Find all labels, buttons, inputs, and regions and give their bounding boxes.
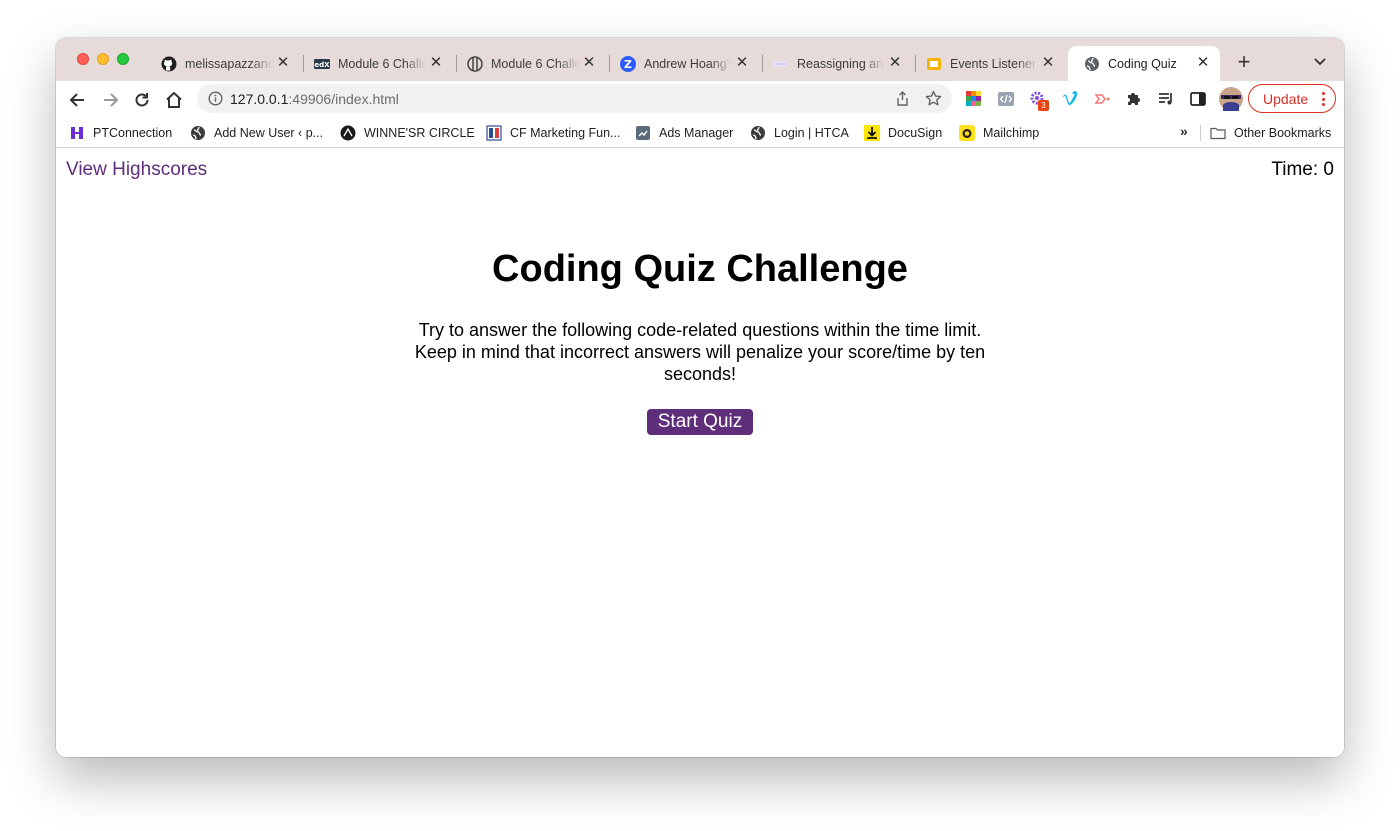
bookmark-label: Ads Manager <box>659 126 734 140</box>
forward-icon[interactable] <box>100 90 120 110</box>
bookmark-label: PTConnection <box>93 126 173 140</box>
tab-title: Events Listener <box>950 56 1037 71</box>
vimeo-icon[interactable] <box>1061 90 1079 108</box>
tab-title: Reassigning and <box>797 56 885 71</box>
start-quiz-button[interactable]: Start Quiz <box>647 409 753 435</box>
tab-reassigning[interactable]: Reassigning and ✕ <box>757 46 912 81</box>
view-highscores-link[interactable]: View Highscores <box>66 159 207 181</box>
bookmark-label: DocuSign <box>888 126 943 140</box>
bookmark-label: Mailchimp <box>983 126 1040 140</box>
site-info-icon[interactable] <box>208 91 223 106</box>
puzzle-icon[interactable] <box>1125 90 1143 108</box>
gear-extension-icon[interactable]: 3 <box>1029 90 1049 111</box>
globe-icon <box>750 125 766 141</box>
bookmark-cf-marketing[interactable]: CF Marketing Fun... <box>486 124 620 142</box>
globe-icon <box>190 125 206 141</box>
bookmark-login-htca[interactable]: Login | HTCA <box>750 124 849 142</box>
mailchimp-icon <box>959 125 975 141</box>
maximize-window-button[interactable] <box>117 53 129 65</box>
share-icon[interactable] <box>895 91 910 106</box>
tab-title: Module 6 Challenge <box>338 56 426 71</box>
tab-module-6-a[interactable]: edX Module 6 Challenge ✕ <box>298 46 453 81</box>
github-icon <box>161 56 177 72</box>
bookmark-add-new-user[interactable]: Add New User ‹ p... <box>190 124 323 142</box>
bookmark-winners-circle[interactable]: WINNE'SR CIRCLE <box>340 124 475 142</box>
tab-title: melissapazzanese <box>185 56 273 71</box>
close-tab-icon[interactable]: ✕ <box>581 55 597 71</box>
reload-icon[interactable] <box>132 90 152 110</box>
bookmark-star-icon[interactable] <box>925 90 942 107</box>
code-extension-icon[interactable] <box>997 90 1015 108</box>
browser-toolbar: 127.0.0.1:49906/index.html 3 Update <box>56 81 1344 118</box>
quiz-description: Try to answer the following code-related… <box>414 320 986 384</box>
folder-icon <box>1210 125 1226 141</box>
bookmarks-divider <box>1200 125 1201 141</box>
tab-github[interactable]: melissapazzanese ✕ <box>145 46 300 81</box>
close-tab-icon[interactable]: ✕ <box>1195 55 1211 71</box>
bookmark-label: CF Marketing Fun... <box>510 126 621 140</box>
address-url: 127.0.0.1:49906/index.html <box>230 91 399 107</box>
close-tab-icon[interactable]: ✕ <box>428 55 444 71</box>
close-tab-icon[interactable]: ✕ <box>275 55 291 71</box>
minimize-window-button[interactable] <box>97 53 109 65</box>
side-panel-icon[interactable] <box>1189 90 1207 108</box>
update-label: Update <box>1263 90 1309 107</box>
ptconnection-icon <box>69 125 85 141</box>
extension-badge: 3 <box>1038 100 1049 111</box>
other-bookmarks[interactable]: Other Bookmarks <box>1210 124 1331 142</box>
globe-icon <box>1084 56 1100 72</box>
timer-display: Time: 0 <box>1271 159 1334 180</box>
ads-manager-icon <box>635 125 651 141</box>
tab-search-icon[interactable] <box>1312 53 1328 69</box>
colorzilla-extension-icon[interactable] <box>965 90 983 108</box>
bookmark-label: WINNE'SR CIRCLE <box>364 126 475 140</box>
tab-strip: melissapazzanese ✕ edX Module 6 Challeng… <box>56 38 1344 81</box>
circle-logo-icon <box>340 125 356 141</box>
bookmark-label: Add New User ‹ p... <box>214 126 324 140</box>
back-icon[interactable] <box>68 90 88 110</box>
url-host: 127.0.0.1 <box>230 91 289 107</box>
kebab-menu-icon <box>1322 92 1326 106</box>
url-path: :49906/index.html <box>288 91 399 107</box>
other-bookmarks-label: Other Bookmarks <box>1234 126 1332 140</box>
bookmarks-bar: PTConnection Add New User ‹ p... WINNE'S… <box>56 118 1344 148</box>
globe-striped-icon <box>467 55 483 72</box>
cast-extension-icon[interactable] <box>1093 90 1111 108</box>
home-icon[interactable] <box>164 90 184 110</box>
bookmarks-overflow-button[interactable]: » <box>1180 123 1188 139</box>
tab-title: Andrew Hoang's <box>644 56 732 71</box>
docusign-icon <box>864 125 880 141</box>
profile-avatar[interactable] <box>1219 87 1243 111</box>
tab-title: Coding Quiz <box>1108 56 1177 71</box>
quiz-title: Coding Quiz Challenge <box>492 248 908 290</box>
browser-window: melissapazzanese ✕ edX Module 6 Challeng… <box>56 38 1344 757</box>
svg-text:Z: Z <box>624 58 632 71</box>
svg-text:edX: edX <box>314 61 330 69</box>
bookmark-docusign[interactable]: DocuSign <box>864 124 942 142</box>
bookmark-mailchimp[interactable]: Mailchimp <box>959 124 1039 142</box>
slides-icon <box>926 56 942 72</box>
media-controls-icon[interactable] <box>1157 90 1175 108</box>
zoom-icon: Z <box>620 55 636 72</box>
close-window-button[interactable] <box>77 53 89 65</box>
close-tab-icon[interactable]: ✕ <box>734 55 750 71</box>
cf-icon <box>486 125 502 141</box>
address-bar[interactable]: 127.0.0.1:49906/index.html <box>197 84 952 113</box>
tab-events-listener[interactable]: Events Listener ✕ <box>910 46 1065 81</box>
close-tab-icon[interactable]: ✕ <box>887 55 903 71</box>
bookmark-ptconnection[interactable]: PTConnection <box>69 124 172 142</box>
module-icon: edX <box>314 56 330 72</box>
tab-andrew-hoang[interactable]: Z Andrew Hoang's ✕ <box>604 46 759 81</box>
page-icon <box>773 56 789 72</box>
tab-coding-quiz[interactable]: Coding Quiz ✕ <box>1068 46 1220 81</box>
new-tab-button[interactable]: + <box>1234 51 1254 73</box>
update-button[interactable]: Update <box>1248 84 1336 113</box>
tab-module-6-b[interactable]: Module 6 Challenge ✕ <box>451 46 606 81</box>
bookmark-label: Login | HTCA <box>774 126 849 140</box>
page-content: View Highscores Time: 0 Coding Quiz Chal… <box>56 149 1344 757</box>
bookmark-ads-manager[interactable]: Ads Manager <box>635 124 733 142</box>
close-tab-icon[interactable]: ✕ <box>1040 55 1056 71</box>
tab-title: Module 6 Challenge <box>491 56 579 71</box>
